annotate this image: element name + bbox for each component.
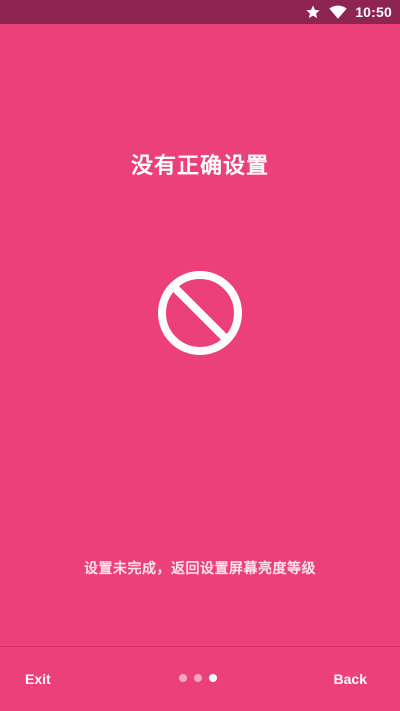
exit-button[interactable]: Exit [25, 671, 51, 687]
back-button[interactable]: Back [334, 671, 367, 687]
page-dot-3 [209, 674, 217, 682]
page-dot-2 [194, 674, 202, 682]
wifi-icon [329, 4, 347, 20]
star-icon [305, 4, 321, 20]
page-title: 没有正确设置 [130, 154, 269, 179]
status-message: 设置未完成，返回设置屏幕亮度等级 [84, 561, 316, 577]
status-bar: 10:50 [0, 0, 400, 24]
bottom-navigation: Exit Back [0, 647, 400, 711]
page-indicator [179, 674, 217, 682]
page-dot-1 [179, 674, 187, 682]
status-time: 10:50 [355, 4, 392, 20]
setup-screen: 10:50 没有正确设置 设置未完成，返回设置屏幕亮度等级 Exit Back [0, 0, 400, 711]
prohibited-icon [156, 269, 244, 357]
status-icons: 10:50 [305, 0, 392, 24]
